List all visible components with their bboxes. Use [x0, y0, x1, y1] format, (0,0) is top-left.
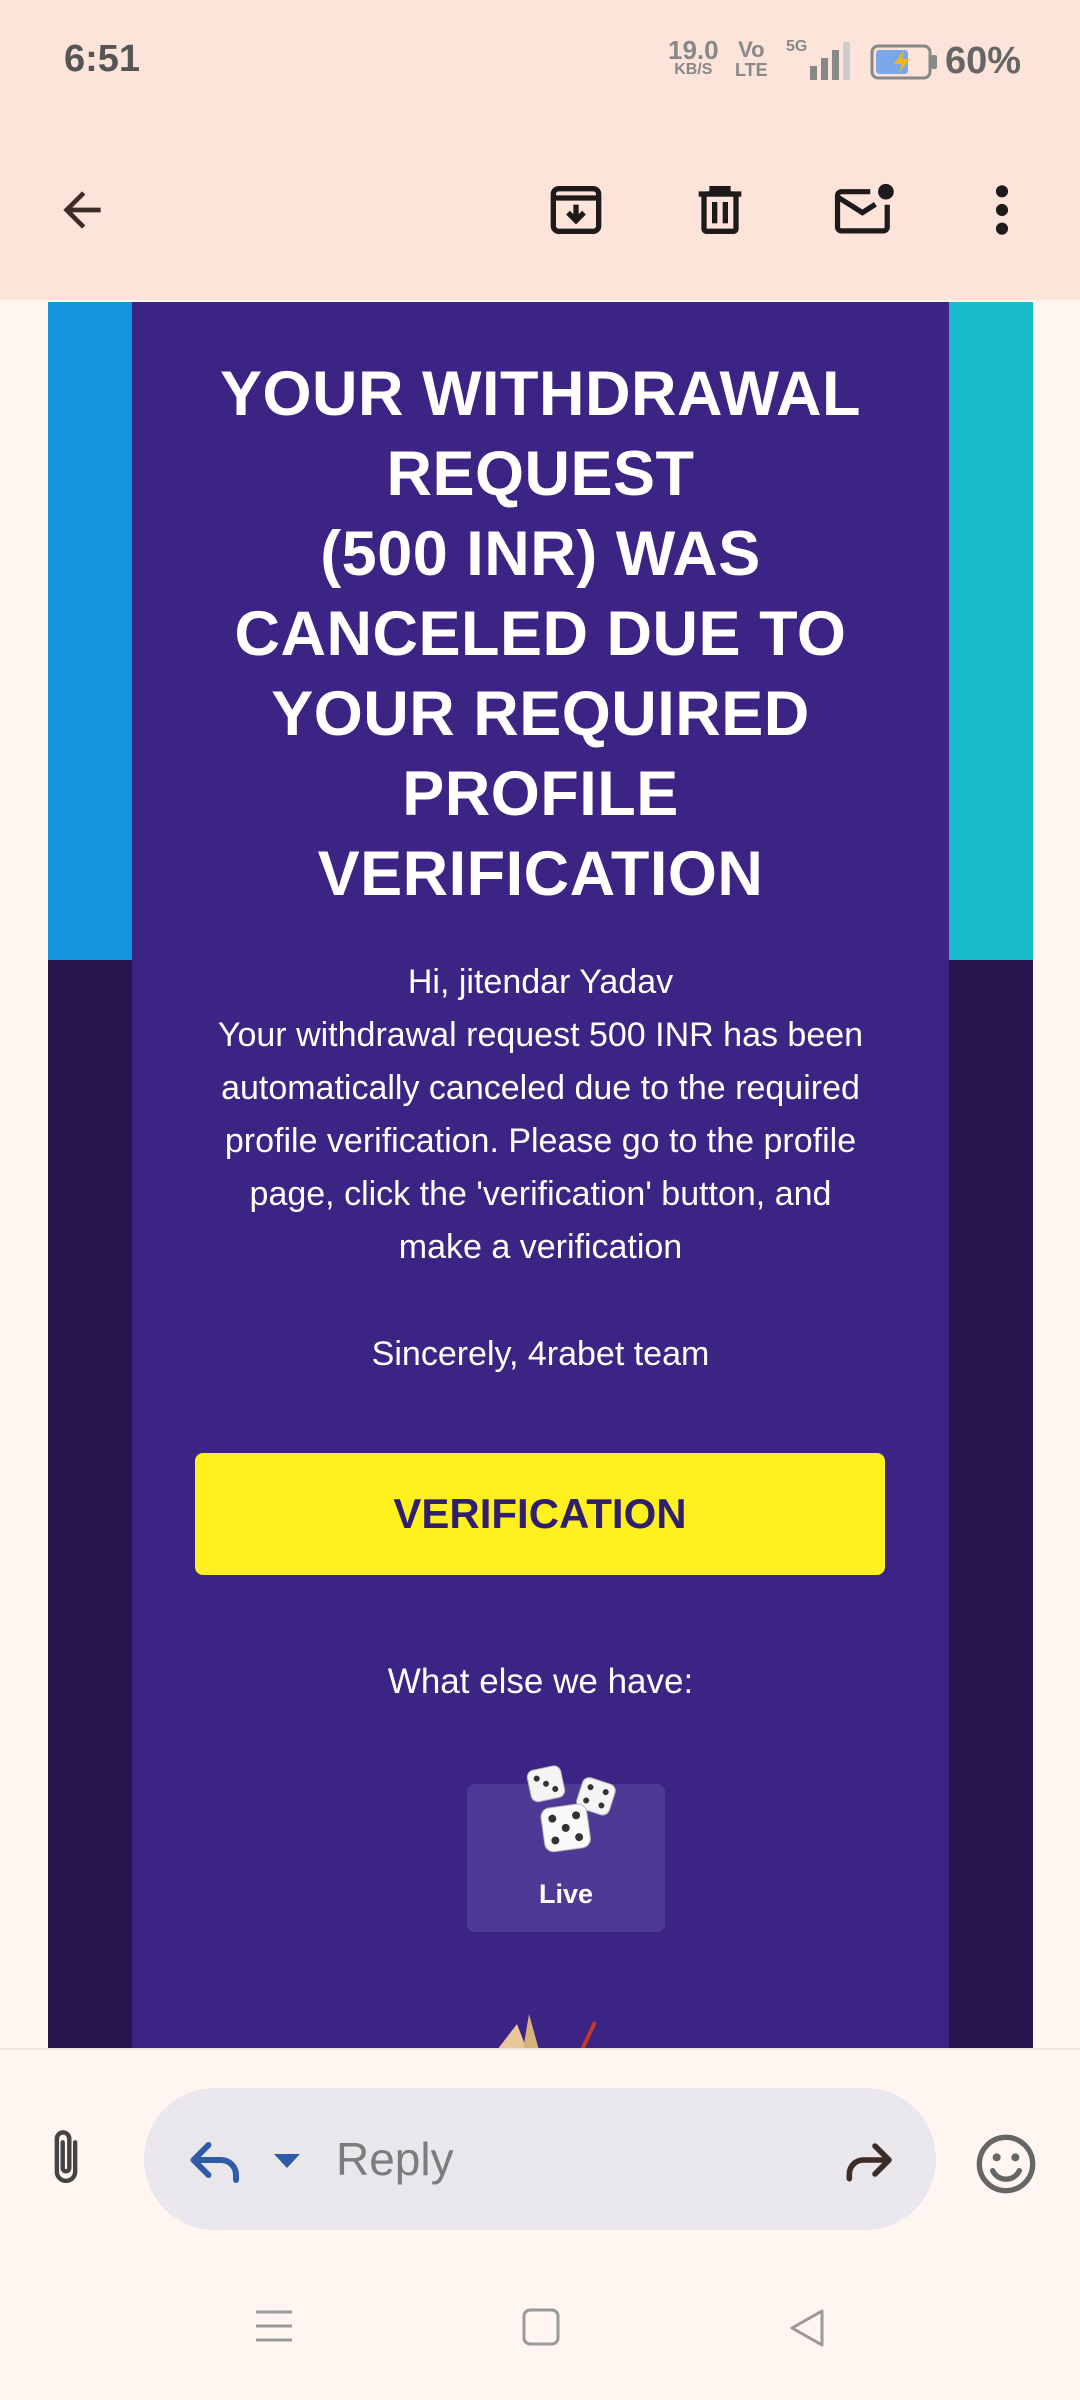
more-options-button[interactable] — [952, 160, 1052, 260]
left-accent-stripe — [48, 302, 132, 960]
headline-line: YOUR REQUIRED — [271, 679, 810, 749]
network-speed: 19.0 KB/S — [668, 35, 719, 80]
volte-indicator: Vo LTE — [735, 37, 768, 81]
archive-button[interactable] — [526, 160, 626, 260]
email-greeting: Hi, jitendar Yadav — [407, 963, 674, 1001]
email-content: YOUR WITHDRAWAL REQUEST (500 INR) WAS CA… — [132, 302, 949, 2048]
message-line: Your withdrawal request 500 INR has been — [217, 1016, 864, 1054]
live-casino-card[interactable]: Live — [467, 1765, 665, 1932]
dice-icon — [526, 1765, 616, 1853]
verification-button[interactable]: VERIFICATION — [195, 1453, 885, 1575]
network-speed-value: 19.0 — [668, 35, 719, 65]
back-triangle-icon[interactable] — [788, 2308, 826, 2348]
email-signoff: Sincerely, 4rabet team — [371, 1335, 710, 1373]
reply-bar: Reply — [0, 2048, 1080, 2250]
reply-icon[interactable] — [186, 2132, 246, 2188]
reply-input[interactable]: Reply — [336, 2132, 454, 2186]
email-toolbar — [0, 120, 1080, 300]
headline-line: REQUEST — [386, 439, 695, 509]
status-time: 6:51 — [64, 38, 141, 80]
battery-percent: 60% — [945, 40, 1022, 82]
battery-icon — [870, 44, 940, 80]
chevron-down-icon[interactable] — [272, 2152, 302, 2170]
message-line: automatically canceled due to the requir… — [221, 1069, 860, 1107]
back-button[interactable] — [32, 160, 132, 260]
live-label: Live — [538, 1879, 594, 1909]
trash-icon — [698, 186, 742, 234]
menu-icon[interactable] — [254, 2308, 294, 2344]
arrow-left-icon — [63, 191, 101, 229]
mark-unread-button[interactable] — [815, 160, 915, 260]
reply-field[interactable]: Reply — [144, 2088, 936, 2230]
volte-top: Vo — [738, 37, 765, 62]
message-line: profile verification. Please go to the p… — [224, 1122, 857, 1160]
headline-line: PROFILE — [402, 759, 679, 829]
status-bar: 6:51 19.0 KB/S Vo LTE 5G 60% — [0, 0, 1080, 120]
message-line: make a verification — [398, 1228, 683, 1266]
paperclip-icon[interactable] — [44, 2125, 88, 2189]
right-accent-stripe — [949, 302, 1033, 960]
delete-button[interactable] — [670, 160, 770, 260]
system-nav-bar — [0, 2248, 1080, 2400]
email-headline: YOUR WITHDRAWAL REQUEST (500 INR) WAS CA… — [172, 354, 909, 914]
headline-line: CANCELED DUE TO — [234, 599, 847, 669]
email-message: Your withdrawal request 500 INR has been… — [182, 1009, 899, 1274]
headline-line: VERIFICATION — [317, 839, 764, 909]
more-vert-icon — [995, 185, 1009, 235]
home-square-icon[interactable] — [522, 2308, 560, 2346]
signal-icon: 5G — [786, 38, 856, 82]
what-else-heading: What else we have: — [387, 1662, 694, 1701]
emoji-icon[interactable] — [974, 2132, 1038, 2196]
email-body: YOUR WITHDRAWAL REQUEST (500 INR) WAS CA… — [48, 302, 1033, 2048]
partial-promo-image — [498, 2014, 597, 2048]
network-speed-unit: KB/S — [674, 61, 713, 78]
headline-line: YOUR WITHDRAWAL — [220, 359, 861, 429]
message-line: page, click the 'verification' button, a… — [249, 1175, 832, 1213]
volte-bottom: LTE — [735, 60, 768, 80]
headline-line: (500 INR) WAS — [320, 519, 761, 589]
archive-icon — [550, 186, 602, 234]
forward-icon[interactable] — [840, 2134, 896, 2186]
mail-unread-icon — [834, 183, 894, 234]
